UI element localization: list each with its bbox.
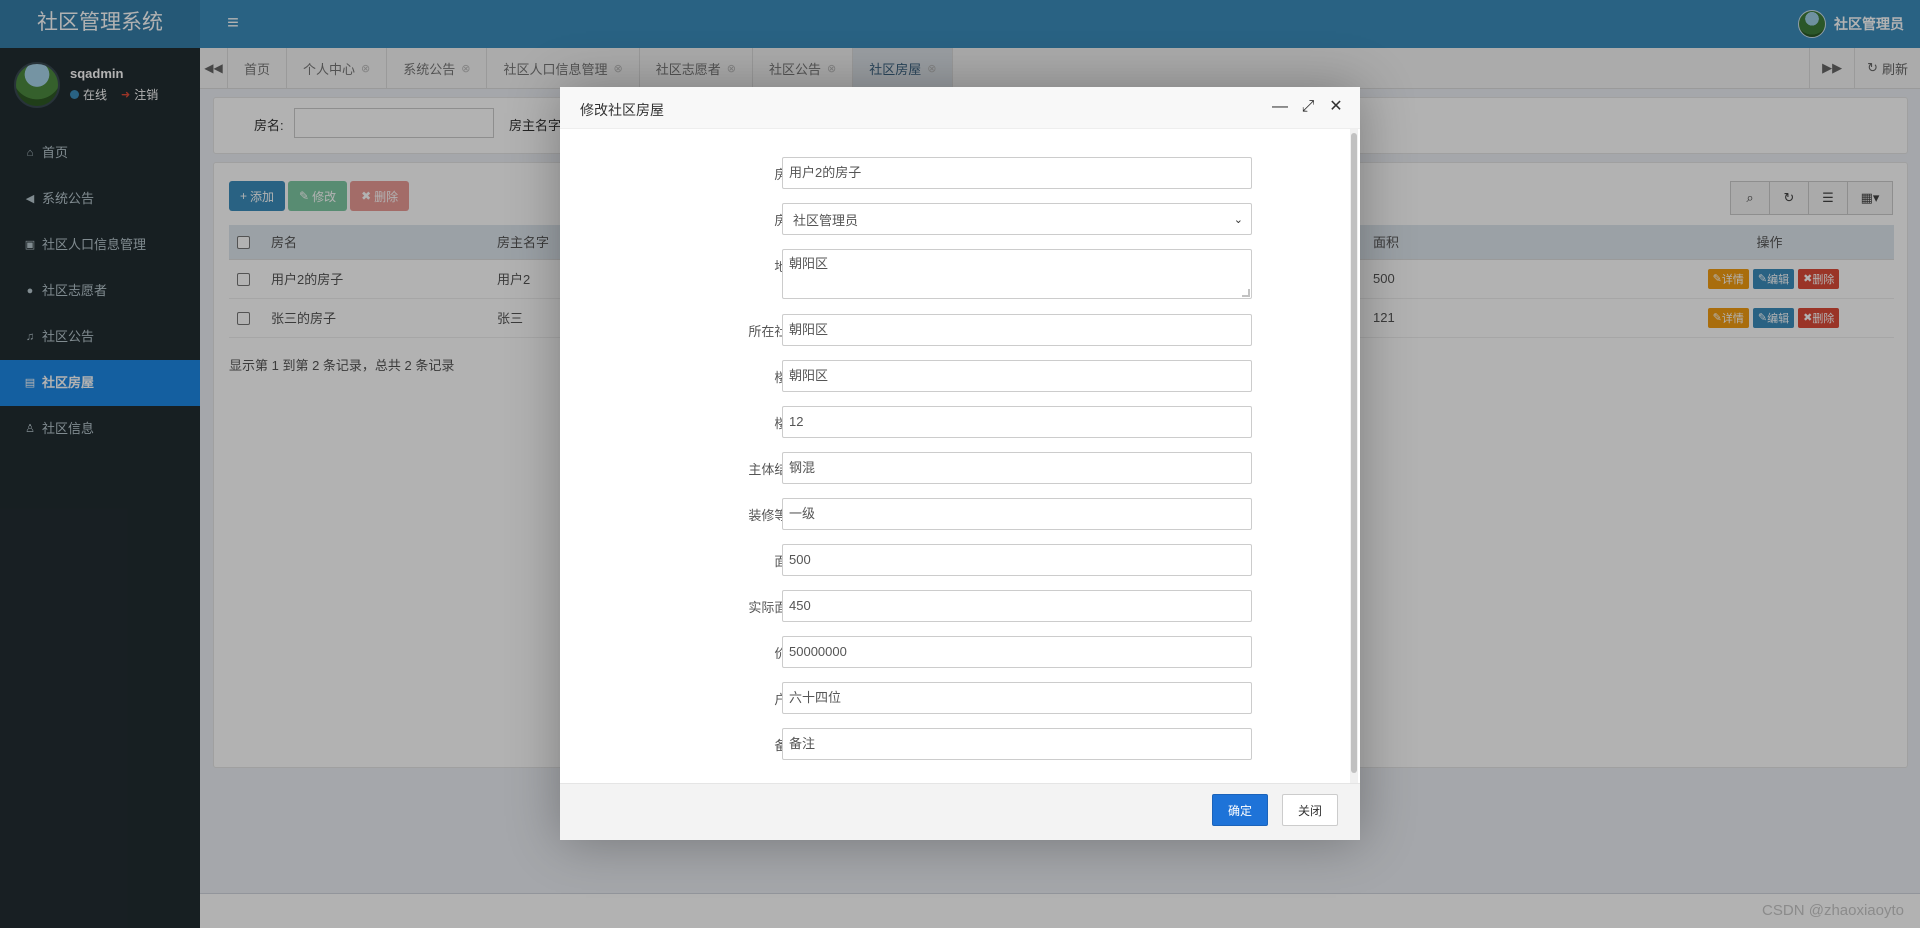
form-row-layout: 户型: 六十四位 bbox=[560, 682, 1360, 714]
owner-selected-value: 社区管理员 bbox=[793, 212, 859, 228]
close-button[interactable]: 关闭 bbox=[1282, 794, 1338, 826]
house-name-input[interactable]: 用户2的房子 bbox=[782, 157, 1252, 189]
form-row-area: 面积: 500 bbox=[560, 544, 1360, 576]
floor-input[interactable]: 12 bbox=[782, 406, 1252, 438]
building-input[interactable]: 朝阳区 bbox=[782, 360, 1252, 392]
confirm-button[interactable]: 确定 bbox=[1212, 794, 1268, 826]
chevron-down-icon: ⌄ bbox=[1233, 213, 1243, 226]
remark-input[interactable]: 备注 bbox=[782, 728, 1252, 760]
minimize-icon[interactable]: — bbox=[1272, 96, 1288, 118]
edit-house-dialog: 修改社区房屋 — ⤢ ✕ 房名: 用户2的房子 房主: 社区管理员 ⌄ 地址: … bbox=[560, 87, 1360, 840]
dialog-body: 房名: 用户2的房子 房主: 社区管理员 ⌄ 地址: 朝阳区 所在社区: 朝阳区… bbox=[560, 129, 1360, 783]
form-row-owner: 房主: 社区管理员 ⌄ bbox=[560, 203, 1360, 235]
form-row-decoration: 装修等级: 一级 bbox=[560, 498, 1360, 530]
actual-area-input[interactable]: 450 bbox=[782, 590, 1252, 622]
form-row-structure: 主体结构: 钢混 bbox=[560, 452, 1360, 484]
form-row-remark: 备注: 备注 bbox=[560, 728, 1360, 760]
address-value: 朝阳区 bbox=[789, 256, 829, 271]
form-row-actual-area: 实际面积: 450 bbox=[560, 590, 1360, 622]
structure-input[interactable]: 钢混 bbox=[782, 452, 1252, 484]
area-input[interactable]: 500 bbox=[782, 544, 1252, 576]
dialog-controls: — ⤢ ✕ bbox=[1272, 96, 1344, 118]
owner-select[interactable]: 社区管理员 ⌄ bbox=[782, 203, 1252, 235]
form-row-floor: 楼层: 12 bbox=[560, 406, 1360, 438]
close-icon[interactable]: ✕ bbox=[1328, 96, 1344, 118]
community-input[interactable]: 朝阳区 bbox=[782, 314, 1252, 346]
dialog-footer: 确定 关闭 bbox=[560, 783, 1360, 840]
dialog-header[interactable]: 修改社区房屋 — ⤢ ✕ bbox=[560, 87, 1360, 129]
form-row-address: 地址: 朝阳区 bbox=[560, 249, 1360, 299]
address-textarea[interactable]: 朝阳区 bbox=[782, 249, 1252, 299]
form-row-community: 所在社区: 朝阳区 bbox=[560, 314, 1360, 346]
dialog-scrollbar[interactable] bbox=[1350, 129, 1358, 783]
maximize-icon[interactable]: ⤢ bbox=[1300, 96, 1316, 118]
form-row-name: 房名: 用户2的房子 bbox=[560, 157, 1360, 189]
form-row-price: 价格: 50000000 bbox=[560, 636, 1360, 668]
layout-input[interactable]: 六十四位 bbox=[782, 682, 1252, 714]
scrollbar-thumb[interactable] bbox=[1351, 133, 1357, 773]
form-row-building: 楼栋: 朝阳区 bbox=[560, 360, 1360, 392]
resize-grip-icon[interactable] bbox=[1242, 289, 1250, 297]
decoration-input[interactable]: 一级 bbox=[782, 498, 1252, 530]
dialog-title: 修改社区房屋 bbox=[580, 102, 664, 118]
price-input[interactable]: 50000000 bbox=[782, 636, 1252, 668]
